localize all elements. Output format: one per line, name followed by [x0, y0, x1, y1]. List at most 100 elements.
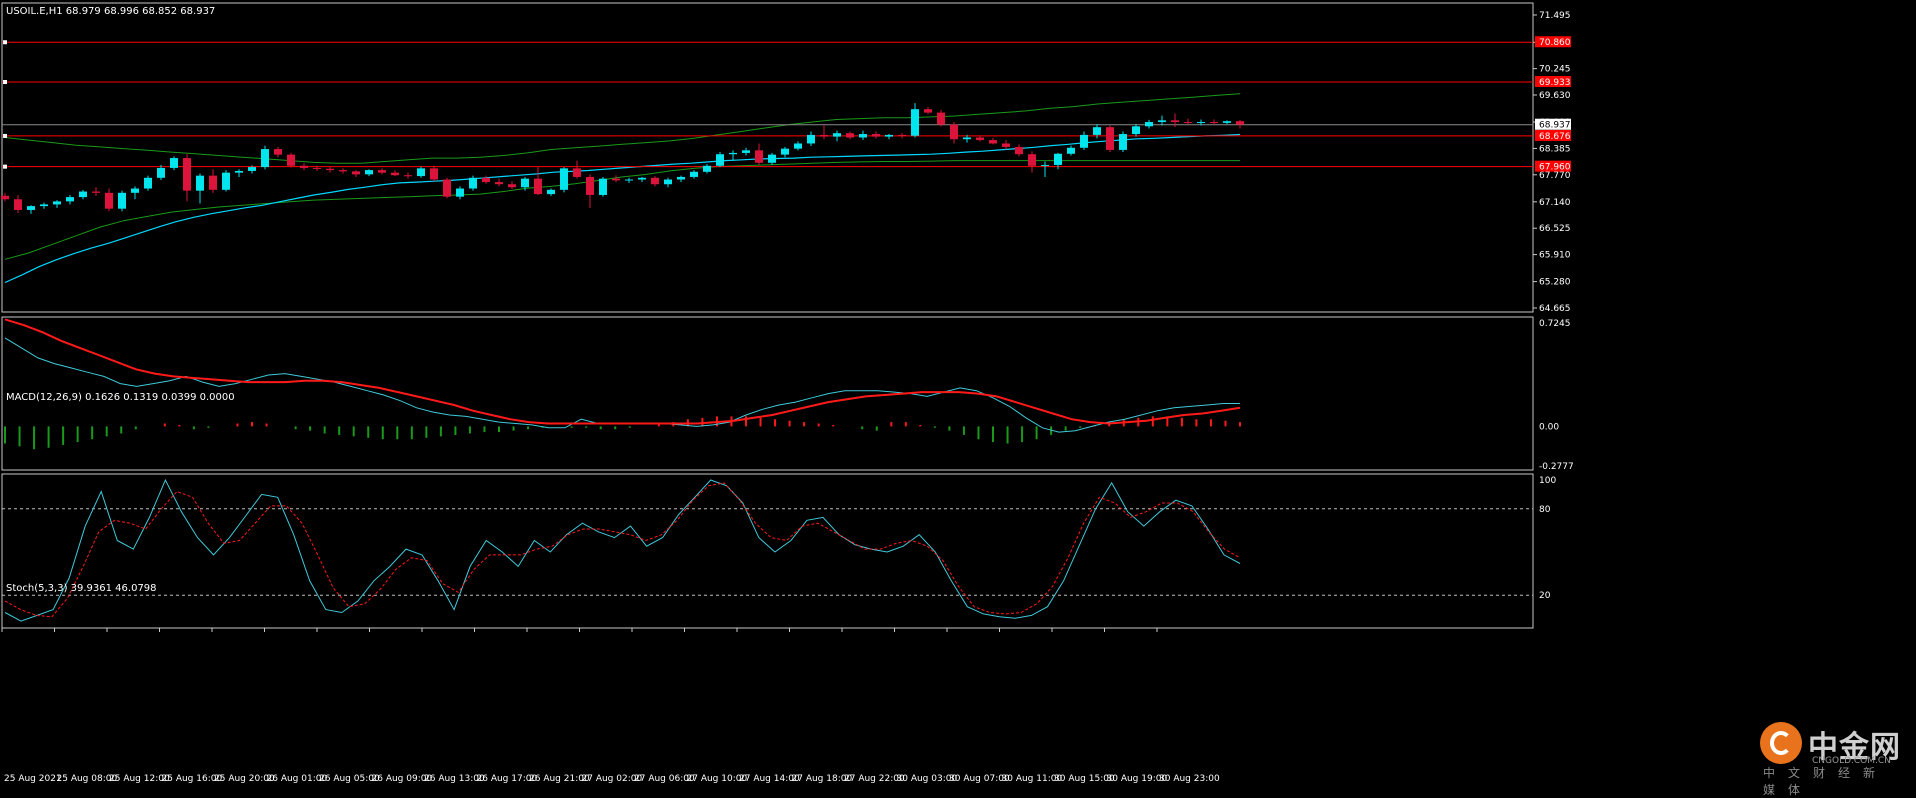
bullish-candle	[40, 204, 48, 207]
bearish-candle	[898, 134, 906, 136]
bullish-candle	[1054, 153, 1062, 165]
bearish-candle	[612, 178, 620, 181]
stoch-scale-label: 20	[1539, 591, 1551, 601]
bullish-candle	[1145, 122, 1153, 127]
bullish-candle	[677, 176, 685, 180]
bullish-candle	[1119, 134, 1127, 150]
bullish-candle	[638, 177, 646, 180]
price-label: 65.280	[1539, 278, 1571, 288]
bearish-candle	[937, 112, 945, 125]
macd-signal-line	[4, 318, 1241, 425]
bullish-candle	[261, 149, 269, 168]
bearish-candle	[378, 170, 386, 173]
bearish-candle	[105, 192, 113, 209]
bearish-candle	[287, 154, 295, 166]
bearish-candle	[482, 177, 490, 183]
bullish-candle	[1041, 164, 1049, 166]
bearish-candle	[404, 175, 412, 177]
bearish-candle	[534, 178, 542, 195]
price-label: 69.630	[1539, 91, 1571, 101]
bullish-candle	[911, 109, 919, 136]
macd-scale-label: 0.7245	[1539, 319, 1571, 329]
bearish-candle	[14, 199, 22, 210]
bearish-candle	[274, 149, 282, 155]
axes: 71.49570.86070.24569.63069.00068.38567.7…	[1, 11, 1574, 784]
bullish-candle	[547, 189, 555, 195]
bearish-candle	[495, 182, 503, 185]
bullish-candle	[729, 152, 737, 155]
bullish-candle	[859, 134, 867, 138]
macd-scale-label: -0.2777	[1539, 462, 1574, 472]
bearish-candle	[300, 165, 308, 168]
bullish-candle	[144, 177, 152, 189]
bullish-candle	[781, 148, 789, 155]
bearish-candle	[820, 134, 828, 137]
bullish-candle	[521, 178, 529, 188]
bullish-candle	[53, 201, 61, 205]
stoch-k-line	[4, 478, 1241, 622]
price-label: 68.385	[1539, 144, 1571, 154]
price-level-marker	[3, 164, 7, 169]
bullish-candle	[118, 192, 126, 209]
bearish-candle	[92, 191, 100, 193]
bullish-candle	[222, 172, 230, 190]
price-level-tag-label: 68.676	[1539, 132, 1571, 142]
bullish-candle	[157, 167, 165, 178]
macd-scale-label: 0.00	[1539, 422, 1559, 432]
current-price-label: 68.937	[1539, 121, 1571, 131]
bullish-candle	[1132, 126, 1140, 135]
bullish-candle	[365, 170, 373, 175]
price-level-tag-label: 69.933	[1539, 78, 1571, 88]
bearish-candle	[1015, 146, 1023, 155]
bullish-candle	[196, 175, 204, 191]
bearish-candle	[209, 175, 217, 190]
price-level-marker	[3, 40, 7, 45]
bullish-candle	[27, 206, 35, 210]
price-level-marker	[3, 80, 7, 85]
bearish-candle	[352, 171, 360, 175]
stochastic-panel-header: Stoch(5,3,3) 39.9361 46.0798	[6, 583, 157, 594]
bearish-candle	[924, 109, 932, 113]
bullish-candle	[1093, 127, 1101, 135]
macd-panel[interactable]	[4, 318, 1241, 450]
bullish-candle	[66, 197, 74, 202]
bullish-candle	[625, 179, 633, 181]
bearish-candle	[1, 195, 9, 200]
price-label: 65.910	[1539, 251, 1571, 261]
price-label: 66.525	[1539, 224, 1571, 234]
price-panel[interactable]	[1, 40, 1533, 284]
bullish-candle	[963, 137, 971, 140]
price-label: 64.665	[1539, 304, 1571, 314]
bearish-candle	[1210, 122, 1218, 124]
bearish-candle	[573, 168, 581, 177]
bearish-candle	[183, 158, 191, 191]
bullish-candle	[885, 134, 893, 137]
bearish-candle	[976, 137, 984, 141]
stoch-d-line	[4, 482, 1241, 618]
price-level-marker	[3, 133, 7, 138]
bearish-candle	[1002, 143, 1010, 147]
trading-chart[interactable]: 71.49570.86070.24569.63069.00068.38567.7…	[0, 0, 1916, 789]
bearish-candle	[1106, 127, 1114, 150]
upper-band-line	[4, 93, 1241, 164]
bearish-candle	[326, 168, 334, 171]
bullish-candle	[1197, 122, 1205, 124]
bullish-candle	[79, 191, 87, 198]
bearish-candle	[1184, 122, 1192, 124]
bullish-candle	[690, 171, 698, 177]
price-panel-header: USOIL.E,H1 68.979 68.996 68.852 68.937	[6, 6, 215, 17]
stochastic-panel[interactable]	[2, 478, 1533, 622]
bearish-candle	[755, 150, 763, 163]
price-level-tag-label: 67.960	[1539, 163, 1571, 173]
bearish-candle	[872, 134, 880, 137]
bearish-candle	[989, 140, 997, 144]
bearish-candle	[1171, 120, 1179, 123]
bullish-candle	[768, 154, 776, 163]
bullish-candle	[1067, 147, 1075, 154]
macd-panel-header: MACD(12,26,9) 0.1626 0.1319 0.0399 0.000…	[6, 392, 235, 403]
time-label: 30 Aug 23:00	[1159, 774, 1220, 784]
bearish-candle	[508, 184, 516, 188]
bearish-candle	[950, 124, 958, 140]
bullish-candle	[417, 168, 425, 177]
stochastic-panel-frame	[1, 473, 1534, 629]
